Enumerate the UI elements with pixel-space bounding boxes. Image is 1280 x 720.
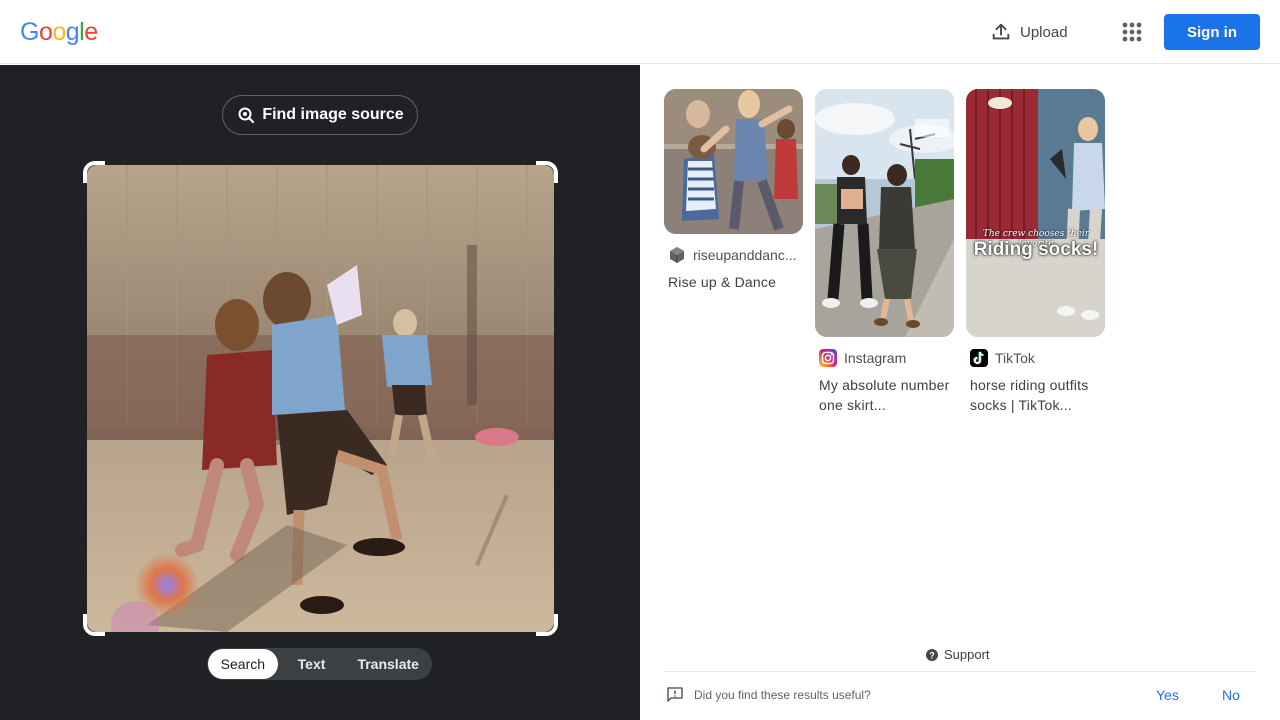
logo-letter: G	[20, 18, 39, 46]
result-source[interactable]: TikTok	[966, 349, 1106, 367]
find-image-source-button[interactable]: Find image source	[222, 95, 418, 135]
result-thumbnail[interactable]: The crew chooses their favorite Riding s…	[966, 89, 1105, 337]
tab-translate[interactable]: Translate	[345, 649, 431, 679]
google-logo[interactable]: Google	[20, 18, 98, 47]
upload-button[interactable]: Upload	[990, 18, 1068, 46]
apps-grid-icon[interactable]	[1118, 18, 1146, 46]
result-title[interactable]: My absolute number one skirt...	[815, 375, 955, 415]
top-bar: Google Upload Sign in	[0, 0, 1280, 64]
crop-handle-bottom-left[interactable]	[83, 614, 105, 636]
svg-text:?: ?	[929, 650, 935, 660]
feedback-question: Did you find these results useful?	[694, 688, 871, 702]
support-link[interactable]: ? Support	[926, 647, 990, 662]
logo-letter: o	[52, 18, 66, 46]
crop-handle-top-left[interactable]	[83, 161, 105, 183]
feedback-no-button[interactable]: No	[1222, 687, 1240, 703]
help-icon: ?	[926, 648, 938, 661]
lens-image-panel: Find image source Search Text Translate	[0, 65, 640, 720]
feedback-yes-button[interactable]: Yes	[1156, 687, 1179, 703]
lens-mode-tabs: Search Text Translate	[207, 648, 432, 680]
upload-icon	[992, 23, 1010, 40]
feedback-prompt: Did you find these results useful?	[666, 686, 871, 704]
crop-selection-area[interactable]	[83, 161, 558, 636]
upload-label: Upload	[1020, 23, 1068, 41]
result-source[interactable]: Instagram	[815, 349, 955, 367]
logo-letter: g	[65, 18, 80, 46]
result-title[interactable]: horse riding outfits socks | TikTok...	[966, 375, 1106, 415]
result-card[interactable]: The crew chooses their favorite Riding s…	[966, 89, 1106, 415]
result-title[interactable]: Rise up & Dance	[664, 272, 804, 292]
instagram-icon	[819, 349, 837, 367]
tab-text[interactable]: Text	[278, 649, 346, 679]
tab-search[interactable]: Search	[208, 649, 278, 679]
sign-in-button[interactable]: Sign in	[1164, 14, 1260, 50]
result-thumbnail[interactable]	[815, 89, 954, 337]
lens-search-icon	[238, 107, 255, 124]
support-label: Support	[944, 647, 990, 662]
crop-handle-top-right[interactable]	[536, 161, 558, 183]
tiktok-icon	[970, 349, 988, 367]
thumbnail-title: Riding socks!	[973, 239, 1099, 260]
source-name: riseupanddanc...	[693, 247, 797, 263]
source-name: Instagram	[844, 350, 907, 366]
uploaded-image	[87, 165, 554, 632]
cube-icon	[668, 246, 686, 264]
footer-divider	[664, 671, 1256, 672]
feedback-icon	[667, 687, 683, 702]
result-thumbnail[interactable]	[664, 89, 803, 234]
logo-letter: e	[84, 18, 98, 46]
crop-handle-bottom-right[interactable]	[536, 614, 558, 636]
result-source[interactable]: riseupanddanc...	[664, 246, 804, 264]
logo-letter: o	[38, 18, 53, 46]
result-card[interactable]: riseupanddanc... Rise up & Dance	[664, 89, 804, 292]
find-image-source-label: Find image source	[262, 106, 404, 123]
source-name: TikTok	[995, 350, 1035, 366]
result-card[interactable]: Instagram My absolute number one skirt..…	[815, 89, 955, 415]
